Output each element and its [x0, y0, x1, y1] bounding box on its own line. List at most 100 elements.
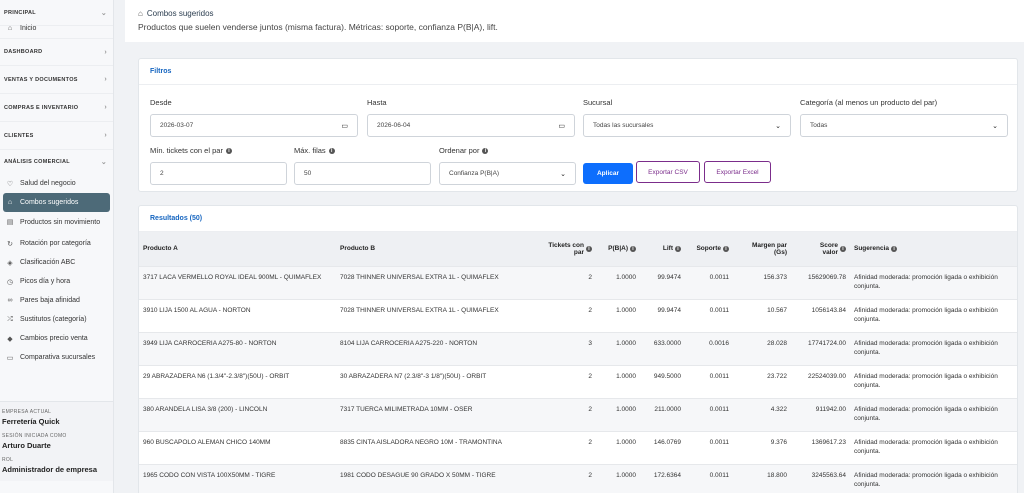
sidebar-item-comparativa[interactable]: ▭ Comparativa sucursales	[0, 348, 113, 367]
cell-pba: 1.0000	[596, 397, 640, 431]
sidebar-section-dashboard[interactable]: DASHBOARD ›	[0, 38, 113, 66]
results-table: Producto A Producto B Tickets con par i P…	[139, 232, 1017, 493]
chevron-right-icon: ›	[104, 48, 107, 56]
calendar-icon: ▭	[341, 122, 348, 130]
sidebar-item-cambios-precio[interactable]: ◆ Cambios precio venta	[0, 329, 113, 348]
cell-pba: 1.0000	[596, 265, 640, 299]
sidebar-item-inicio[interactable]: ⌂ Inicio	[0, 18, 113, 38]
sucursal-label: Sucursal	[583, 98, 613, 107]
sidebar-item-sin-movimiento[interactable]: ▤ Productos sin movimiento	[0, 212, 113, 234]
filters-title: Filtros	[139, 59, 1017, 85]
sidebar-item-combos[interactable]: ⌂ Combos sugeridos	[3, 193, 110, 212]
tag-icon: ◆	[7, 335, 13, 343]
info-icon: i	[586, 245, 592, 252]
cell-sugerencia: Afinidad moderada: promoción ligada o ex…	[850, 364, 1017, 398]
sidebar-section-clientes[interactable]: CLIENTES ›	[0, 122, 113, 150]
info-icon: i	[891, 245, 898, 252]
table-row[interactable]: 960 BUSCAPOLO ALEMAN CHICO 140MM 8835 CIN…	[139, 430, 1017, 464]
desde-label: Desde	[150, 98, 172, 107]
col-soporte[interactable]: Soporte i	[685, 232, 733, 266]
cell-sugerencia: Afinidad moderada: promoción ligada o ex…	[850, 397, 1017, 431]
cell-producto-b: 8104 LIJA CARROCERIA A275-220 - NORTON	[336, 331, 536, 365]
export-csv-button[interactable]: Exportar CSV	[636, 161, 700, 183]
cell-tickets: 2	[536, 463, 596, 493]
sidebar-item-label: Pares baja afinidad	[20, 297, 80, 304]
info-icon: i	[630, 245, 636, 252]
section-label: COMPRAS E INVENTARIO	[4, 104, 79, 111]
hasta-date-input[interactable]: 2026-06-04 ▭	[367, 114, 575, 137]
categoria-label: Categoría (al menos un producto del par)	[800, 98, 938, 107]
sidebar-item-label: Clasificación ABC	[20, 259, 76, 266]
cell-score: 22524039.00	[791, 364, 850, 398]
cell-pba: 1.0000	[596, 331, 640, 365]
cell-margen: 28.028	[733, 331, 791, 365]
section-label: PRINCIPAL	[4, 9, 36, 16]
col-lift[interactable]: Lift i	[640, 232, 685, 266]
cell-soporte: 0.0011	[685, 265, 733, 299]
col-sugerencia[interactable]: Sugerencia i	[850, 232, 1017, 266]
col-producto-a[interactable]: Producto A	[139, 232, 336, 266]
sucursal-select[interactable]: Todas las sucursales ⌄	[583, 114, 791, 137]
cell-sugerencia: Afinidad moderada: promoción ligada o ex…	[850, 331, 1017, 365]
sidebar-item-abc[interactable]: ◈ Clasificación ABC	[0, 253, 113, 272]
col-margen[interactable]: Margen par (Gs)	[733, 232, 791, 266]
sidebar-section-ventas[interactable]: VENTAS Y DOCUMENTOS ›	[0, 66, 113, 94]
col-pba[interactable]: P(B|A) i	[596, 232, 640, 266]
usuario-value: Arturo Duarte	[2, 441, 51, 450]
sidebar-section-analisis[interactable]: ANÁLISIS COMERCIAL ⌄	[0, 150, 113, 174]
cell-soporte: 0.0011	[685, 430, 733, 464]
desde-date-input[interactable]: 2026-03-07 ▭	[150, 114, 358, 137]
info-icon: i	[675, 245, 681, 252]
cell-producto-b: 7028 THINNER UNIVERSAL EXTRA 1L - QUIMAF…	[336, 265, 536, 299]
aplicar-button[interactable]: Aplicar	[583, 163, 633, 184]
table-row[interactable]: 3949 LIJA CARROCERIA A275-80 - NORTON 810…	[139, 331, 1017, 365]
home-icon: ⌂	[7, 24, 13, 32]
ordenar-select[interactable]: Confianza P(B|A) ⌄	[439, 162, 576, 185]
sidebar-item-label: Inicio	[20, 24, 37, 32]
cell-sugerencia: Afinidad moderada: promoción ligada o ex…	[850, 298, 1017, 332]
table-row[interactable]: 3910 LIJA 1500 AL AGUA - NORTON 7028 THIN…	[139, 298, 1017, 332]
info-icon: i	[482, 147, 489, 154]
cell-margen: 10.567	[733, 298, 791, 332]
col-producto-b[interactable]: Producto B	[336, 232, 536, 266]
shuffle-icon: ⤮	[7, 315, 13, 323]
cell-soporte: 0.0011	[685, 397, 733, 431]
sidebar-item-rotacion[interactable]: ↻ Rotación por categoría	[0, 234, 113, 253]
cell-margen: 156.373	[733, 265, 791, 299]
sidebar-item-label: Rotación por categoría	[20, 240, 91, 247]
cell-pba: 1.0000	[596, 364, 640, 398]
cell-lift: 633.0000	[640, 331, 685, 365]
categoria-select[interactable]: Todas ⌄	[800, 114, 1008, 137]
col-tickets[interactable]: Tickets con par i	[536, 232, 596, 266]
chevron-right-icon: ›	[104, 104, 107, 111]
min-tickets-label: Mín. tickets con el par i	[150, 146, 232, 155]
table-row[interactable]: 3717 LACA VERMELLO ROYAL IDEAL 900ML - Q…	[139, 265, 1017, 299]
cell-margen: 23.722	[733, 364, 791, 398]
col-score[interactable]: Score valor i	[791, 232, 850, 266]
max-filas-input[interactable]: 50	[294, 162, 431, 185]
rol-label: ROL	[2, 457, 14, 463]
cell-pba: 1.0000	[596, 298, 640, 332]
sidebar-section-compras[interactable]: COMPRAS E INVENTARIO ›	[0, 94, 113, 122]
sidebar-item-label: Salud del negocio	[20, 180, 76, 187]
rotate-icon: ↻	[7, 240, 13, 248]
cell-soporte: 0.0016	[685, 331, 733, 365]
sidebar-item-salud[interactable]: ♡ Salud del negocio	[0, 174, 113, 193]
cell-sugerencia: Afinidad moderada: promoción ligada o ex…	[850, 430, 1017, 464]
min-tickets-input[interactable]: 2	[150, 162, 287, 185]
sidebar-item-picos[interactable]: ◷ Picos día y hora	[0, 272, 113, 291]
section-label: VENTAS Y DOCUMENTOS	[4, 76, 78, 83]
info-icon: i	[225, 147, 232, 154]
cell-tickets: 2	[536, 265, 596, 299]
sidebar-item-sustitutos[interactable]: ⤮ Sustitutos (categoría)	[0, 310, 113, 329]
cell-producto-a: 29 ABRAZADERA N6 (1.3/4"-2.3/8")(50U) - …	[139, 364, 336, 398]
chevron-down-icon: ⌄	[992, 122, 998, 130]
section-label: CLIENTES	[4, 132, 34, 139]
cell-tickets: 2	[536, 430, 596, 464]
table-row[interactable]: 380 ARANDELA LISA 3/8 (200) - LINCOLN 731…	[139, 397, 1017, 431]
filters-card: Filtros Desde 2026-03-07 ▭ Hasta 2026-06-…	[138, 58, 1018, 192]
export-excel-button[interactable]: Exportar Excel	[704, 161, 771, 183]
table-row[interactable]: 29 ABRAZADERA N6 (1.3/4"-2.3/8")(50U) - …	[139, 364, 1017, 398]
sidebar-item-pares[interactable]: ∞ Pares baja afinidad	[0, 291, 113, 310]
table-row[interactable]: 1965 CODO CON VISTA 100X50MM - TIGRE 1981…	[139, 463, 1017, 493]
